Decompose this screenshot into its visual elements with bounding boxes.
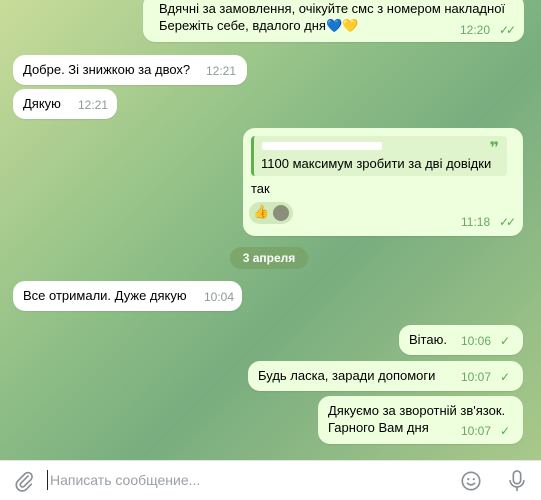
text-caret bbox=[47, 470, 48, 490]
message-text: Будь ласка, заради допомоги bbox=[258, 368, 436, 383]
message-time: 12:21 bbox=[206, 64, 237, 78]
message-outgoing[interactable]: 1100 максимум зробити за дві довідки ❞ т… bbox=[243, 128, 523, 236]
sent-tick-icon: ✓ bbox=[500, 334, 510, 348]
date-separator: 3 апреля bbox=[230, 247, 308, 269]
message-incoming[interactable]: Дякую 12:21 bbox=[13, 89, 117, 119]
message-input[interactable]: Написать сообщение... bbox=[50, 472, 200, 488]
message-outgoing[interactable]: Будь ласка, заради допомоги 10:07 ✓ bbox=[248, 361, 523, 391]
message-text: Добре. Зі знижкою за двох? bbox=[23, 62, 191, 77]
message-time: 10:07 bbox=[461, 424, 492, 438]
message-time: 12:20 bbox=[460, 23, 491, 37]
message-text: так bbox=[251, 181, 270, 196]
message-text: Дякую bbox=[23, 96, 61, 111]
message-text: Все отримали. Дуже дякую bbox=[23, 288, 187, 303]
smiley-icon[interactable] bbox=[460, 470, 482, 492]
read-ticks-icon: ✓✓ bbox=[499, 23, 516, 37]
message-input-bar: Написать сообщение... bbox=[0, 460, 541, 500]
message-outgoing[interactable]: Вітаю. 10:06 ✓ bbox=[399, 325, 523, 355]
reply-sender-placeholder bbox=[262, 142, 382, 150]
message-incoming[interactable]: Все отримали. Дуже дякую 10:04 bbox=[13, 281, 242, 311]
message-time: 12:21 bbox=[78, 98, 109, 112]
message-outgoing[interactable]: Дякуємо за зворотній зв'язок. Гарного Ва… bbox=[318, 396, 523, 444]
sent-tick-icon: ✓ bbox=[500, 370, 510, 384]
chat-background: Вдячні за замовлення, очікуйте смс з ном… bbox=[0, 0, 541, 460]
microphone-icon[interactable] bbox=[506, 469, 528, 493]
message-time: 10:06 bbox=[461, 334, 492, 348]
thumbs-up-icon: 👍 bbox=[253, 204, 270, 219]
reply-quote-text: 1100 максимум зробити за дві довідки bbox=[261, 156, 492, 171]
message-time: 11:18 bbox=[461, 215, 491, 229]
sent-tick-icon: ✓ bbox=[500, 424, 510, 438]
avatar bbox=[273, 205, 289, 221]
reaction-badge[interactable]: 👍 bbox=[249, 202, 293, 224]
quote-mark-icon: ❞ bbox=[489, 140, 499, 157]
message-time: 10:04 bbox=[204, 290, 235, 304]
paperclip-icon[interactable] bbox=[13, 470, 35, 492]
message-incoming[interactable]: Добре. Зі знижкою за двох? 12:21 bbox=[13, 55, 247, 85]
read-ticks-icon: ✓✓ bbox=[499, 215, 516, 229]
reply-quote[interactable]: 1100 максимум зробити за дві довідки ❞ bbox=[251, 136, 507, 176]
message-time: 10:07 bbox=[461, 370, 492, 384]
message-text: Вітаю. bbox=[409, 332, 447, 347]
message-outgoing[interactable]: Вдячні за замовлення, очікуйте смс з ном… bbox=[143, 0, 524, 42]
